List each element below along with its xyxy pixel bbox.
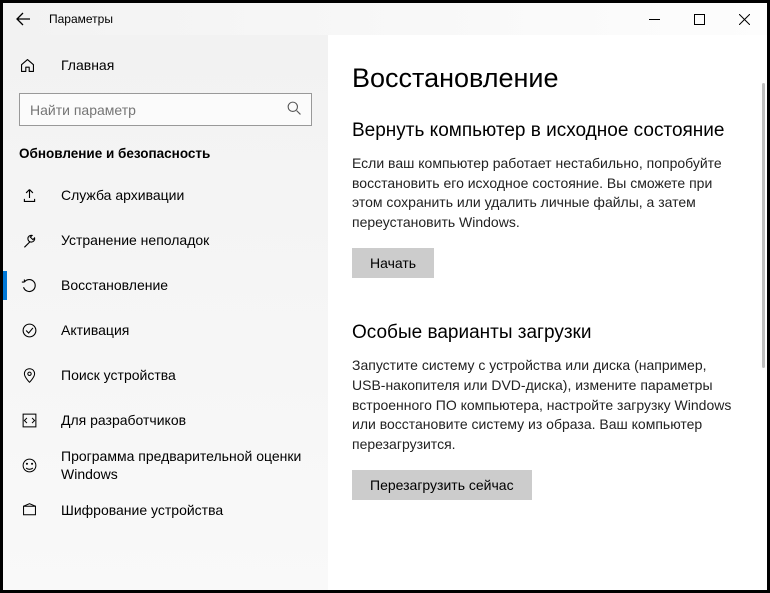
sidebar-item-insider[interactable]: Программа предварительной оценки Windows bbox=[3, 443, 328, 488]
home-icon bbox=[19, 57, 39, 74]
sidebar-home-label: Главная bbox=[61, 57, 114, 73]
sidebar-item-findmydevice[interactable]: Поиск устройства bbox=[3, 353, 328, 398]
sidebar-item-label: Служба архивации bbox=[61, 187, 184, 205]
insider-icon bbox=[19, 457, 39, 474]
section-advanced-startup: Особые варианты загрузки Запустите систе… bbox=[352, 322, 739, 500]
scrollbar-thumb[interactable] bbox=[762, 83, 765, 368]
maximize-button[interactable] bbox=[677, 3, 722, 35]
back-arrow-icon bbox=[15, 11, 31, 27]
section-title: Вернуть компьютер в исходное состояние bbox=[352, 120, 739, 142]
section-text: Запустите систему с устройства или диска… bbox=[352, 356, 739, 454]
find-device-icon bbox=[19, 367, 39, 384]
sidebar-item-label: Поиск устройства bbox=[61, 367, 176, 385]
minimize-icon bbox=[649, 14, 660, 25]
recovery-icon bbox=[19, 277, 39, 294]
sidebar-item-label: Активация bbox=[61, 322, 129, 340]
sidebar-item-encryption[interactable]: Шифрование устройства bbox=[3, 488, 328, 533]
search-input[interactable] bbox=[19, 93, 312, 126]
sidebar: Главная Обновление и безопасность Служба… bbox=[3, 35, 328, 590]
minimize-button[interactable] bbox=[632, 3, 677, 35]
sidebar-item-backup[interactable]: Служба архивации bbox=[3, 173, 328, 218]
sidebar-item-recovery[interactable]: Восстановление bbox=[3, 263, 328, 308]
close-button[interactable] bbox=[722, 3, 767, 35]
start-reset-button[interactable]: Начать bbox=[352, 248, 434, 278]
sidebar-item-label: Устранение неполадок bbox=[61, 232, 209, 250]
section-text: Если ваш компьютер работает нестабильно,… bbox=[352, 154, 739, 232]
titlebar: Параметры bbox=[3, 3, 767, 35]
maximize-icon bbox=[694, 14, 705, 25]
sidebar-item-label: Для разработчиков bbox=[61, 412, 186, 430]
sidebar-item-label: Восстановление bbox=[61, 277, 168, 295]
encryption-icon bbox=[19, 502, 39, 519]
developers-icon bbox=[19, 412, 39, 429]
backup-icon bbox=[19, 187, 39, 204]
search-icon bbox=[286, 100, 303, 117]
activation-icon bbox=[19, 322, 39, 339]
window-title: Параметры bbox=[49, 12, 113, 26]
sidebar-nav: Служба архивации Устранение неполадок Во… bbox=[3, 173, 328, 533]
sidebar-item-troubleshoot[interactable]: Устранение неполадок bbox=[3, 218, 328, 263]
sidebar-item-label: Шифрование устройства bbox=[61, 502, 223, 520]
restart-now-button[interactable]: Перезагрузить сейчас bbox=[352, 470, 532, 500]
section-title: Особые варианты загрузки bbox=[352, 322, 739, 344]
sidebar-section-header: Обновление и безопасность bbox=[3, 140, 328, 173]
back-button[interactable] bbox=[3, 3, 43, 35]
troubleshoot-icon bbox=[19, 232, 39, 249]
section-reset-pc: Вернуть компьютер в исходное состояние Е… bbox=[352, 120, 739, 278]
content-area: Восстановление Вернуть компьютер в исход… bbox=[328, 35, 767, 590]
sidebar-item-developers[interactable]: Для разработчиков bbox=[3, 398, 328, 443]
sidebar-home[interactable]: Главная bbox=[3, 45, 328, 85]
page-title: Восстановление bbox=[352, 63, 739, 94]
sidebar-item-label: Программа предварительной оценки Windows bbox=[61, 448, 312, 483]
close-icon bbox=[739, 14, 750, 25]
sidebar-item-activation[interactable]: Активация bbox=[3, 308, 328, 353]
